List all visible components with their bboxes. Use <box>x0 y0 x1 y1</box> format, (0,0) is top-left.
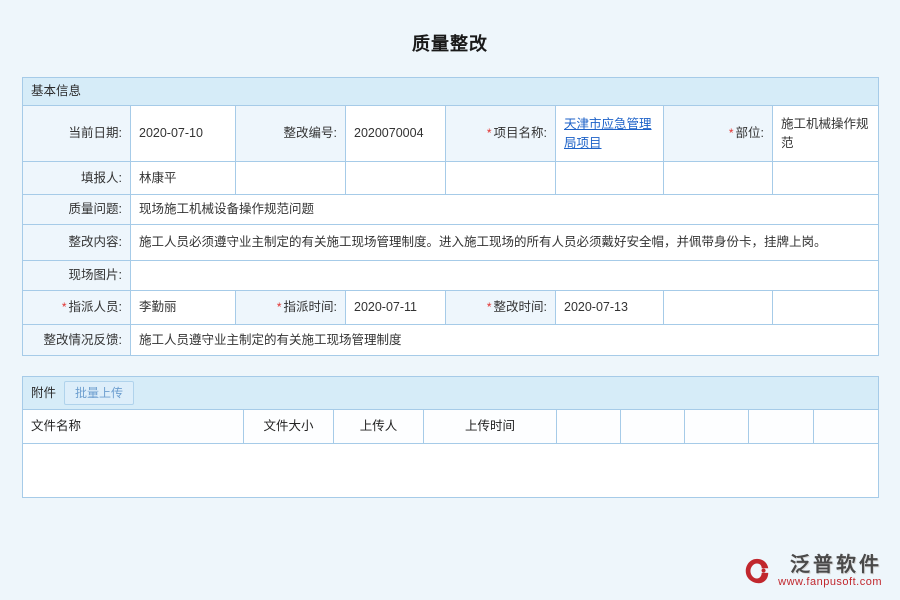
filler-value: 林康平 <box>131 162 236 195</box>
quality-issue-value: 现场施工机械设备操作规范问题 <box>131 195 879 225</box>
rectify-no-label: 整改编号: <box>236 106 346 162</box>
attachments-empty-body <box>23 444 879 498</box>
assign-time-value: 2020-07-11 <box>346 291 446 325</box>
basic-info-section-header: 基本信息 <box>23 78 879 106</box>
attachments-section-header: 附件 批量上传 <box>23 377 879 410</box>
empty-cell <box>664 162 773 195</box>
assign-time-label: *指派时间: <box>236 291 346 325</box>
fanpu-logo-icon <box>742 556 772 586</box>
empty-cell <box>446 162 556 195</box>
assignee-value: 李勤丽 <box>131 291 236 325</box>
col-header-file-size: 文件大小 <box>244 410 334 444</box>
assignee-label: *指派人员: <box>23 291 131 325</box>
batch-upload-button[interactable]: 批量上传 <box>64 381 134 405</box>
feedback-label: 整改情况反馈: <box>23 325 131 356</box>
required-asterisk: * <box>729 126 734 140</box>
feedback-value: 施工人员遵守业主制定的有关施工现场管理制度 <box>131 325 879 356</box>
location-label: *部位: <box>664 106 773 162</box>
required-asterisk: * <box>62 300 67 314</box>
spacer <box>22 356 878 376</box>
page: 质量整改 基本信息 当前日期: 2020-07-10 整改编号: 2020070… <box>0 0 900 498</box>
footer-brand: 泛普软件 <box>790 554 882 576</box>
rectify-time-value: 2020-07-13 <box>556 291 664 325</box>
col-header-uploader: 上传人 <box>334 410 424 444</box>
empty-cell <box>346 162 446 195</box>
page-title: 质量整改 <box>22 0 878 77</box>
current-date-value: 2020-07-10 <box>131 106 236 162</box>
col-header-empty <box>749 410 814 444</box>
empty-cell <box>236 162 346 195</box>
location-value: 施工机械操作规范 <box>773 106 879 162</box>
project-name-value: 天津市应急管理局项目 <box>556 106 664 162</box>
attachments-title: 附件 <box>31 384 56 403</box>
empty-cell <box>773 162 879 195</box>
project-name-label: *项目名称: <box>446 106 556 162</box>
site-photo-value <box>131 261 879 291</box>
empty-cell <box>664 291 773 325</box>
current-date-label: 当前日期: <box>23 106 131 162</box>
rectify-content-label: 整改内容: <box>23 225 131 261</box>
rectify-content-value: 施工人员必须遵守业主制定的有关施工现场管理制度。进入施工现场的所有人员必须戴好安… <box>131 225 879 261</box>
filler-label: 填报人: <box>23 162 131 195</box>
quality-issue-label: 质量问题: <box>23 195 131 225</box>
col-header-empty <box>621 410 685 444</box>
col-header-file-name: 文件名称 <box>23 410 244 444</box>
basic-info-table: 基本信息 当前日期: 2020-07-10 整改编号: 2020070004 *… <box>22 77 879 356</box>
footer-logo: 泛普软件 www.fanpusoft.com <box>742 554 882 588</box>
col-header-upload-time: 上传时间 <box>424 410 557 444</box>
attachments-table: 附件 批量上传 文件名称 文件大小 上传人 上传时间 <box>22 376 879 498</box>
rectify-no-value: 2020070004 <box>346 106 446 162</box>
project-name-link[interactable]: 天津市应急管理局项目 <box>564 117 652 150</box>
site-photo-label: 现场图片: <box>23 261 131 291</box>
col-header-empty <box>814 410 879 444</box>
col-header-empty <box>557 410 621 444</box>
empty-cell <box>773 291 879 325</box>
required-asterisk: * <box>487 300 492 314</box>
required-asterisk: * <box>487 126 492 140</box>
required-asterisk: * <box>277 300 282 314</box>
rectify-time-label: *整改时间: <box>446 291 556 325</box>
col-header-empty <box>685 410 749 444</box>
footer-url: www.fanpusoft.com <box>778 576 882 588</box>
empty-cell <box>556 162 664 195</box>
